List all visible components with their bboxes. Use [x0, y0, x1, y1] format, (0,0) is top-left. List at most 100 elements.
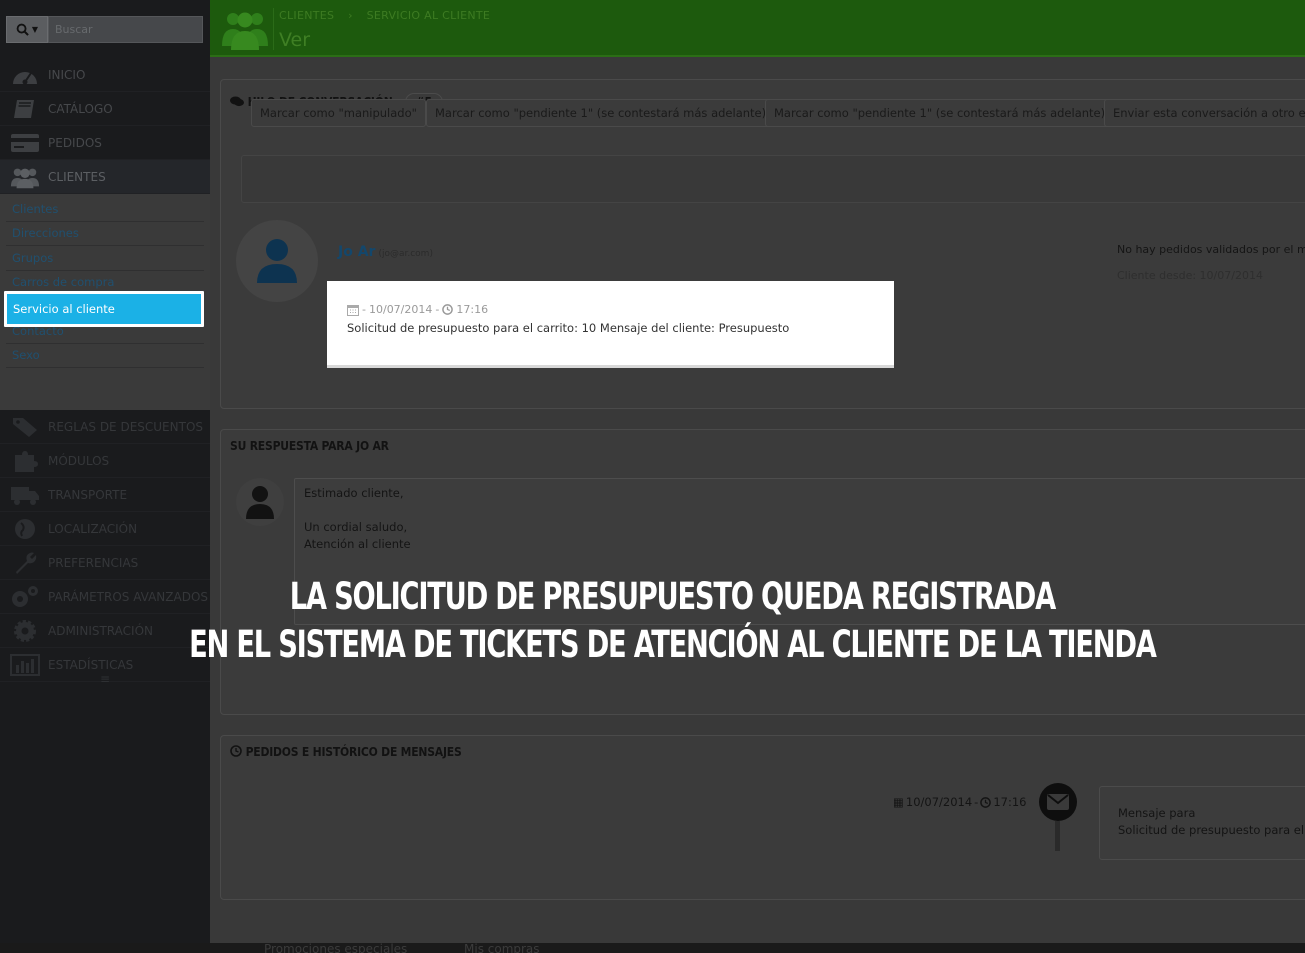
- submenu-item-clientes[interactable]: Clientes: [6, 197, 204, 222]
- submenu-item-servicio-al-cliente[interactable]: Servicio al cliente: [4, 291, 204, 327]
- customer-name[interactable]: Jo Ar (jo@ar.com): [338, 244, 433, 260]
- customer-name-text: Jo Ar: [338, 244, 376, 260]
- sidebar: ▼ Buscar INICIO CATÁLOGO PEDIDOS CLIENTE…: [0, 0, 210, 943]
- message-date: 10/07/2014: [368, 303, 433, 316]
- app-window: ▼ Buscar INICIO CATÁLOGO PEDIDOS CLIENTE…: [0, 0, 1305, 953]
- comments-icon: [230, 96, 244, 107]
- forward-conversation-button[interactable]: Enviar esta conversación a otro e: [1104, 99, 1305, 127]
- overlay-caption: LA SOLICITUD DE PRESUPUESTO QUEDA REGIST…: [137, 573, 1207, 669]
- agent-avatar: [236, 478, 284, 526]
- collapse-menu-icon[interactable]: ≡: [100, 672, 110, 686]
- overlay-caption-line: EN EL SISTEMA DE TICKETS DE ATENCIÓN AL …: [189, 623, 1157, 666]
- history-message-text: Solicitud de presupuesto para el c: [1118, 823, 1305, 837]
- cog-icon: [10, 619, 40, 643]
- mark-pending-1-button[interactable]: Marcar como "pendiente 1" (se contestará…: [426, 99, 776, 127]
- thread-actions-bar: [241, 155, 1305, 203]
- menu-label: TRANSPORTE: [48, 487, 128, 502]
- caret-down-icon: ▼: [31, 25, 39, 34]
- tags-icon: [10, 415, 40, 439]
- submenu-item-grupos[interactable]: Grupos: [6, 246, 204, 271]
- menu-label: MÓDULOS: [48, 453, 110, 468]
- customer-email: (jo@ar.com): [378, 249, 433, 259]
- customer-orders-info: No hay pedidos validados por el mo: [1117, 243, 1305, 256]
- customer-since: Cliente desde: 10/07/2014: [1117, 269, 1263, 282]
- panel-title: PEDIDOS E HISTÓRICO DE MENSAJES: [230, 745, 462, 759]
- customer-avatar: [236, 220, 318, 302]
- envelope-icon: [1039, 783, 1077, 821]
- clock-icon: [230, 745, 242, 757]
- submenu-item-sexo[interactable]: Sexo: [6, 344, 204, 368]
- separator: -: [435, 303, 440, 316]
- breadcrumb: CLIENTES › SERVICIO AL CLIENTE: [279, 9, 490, 22]
- clock-icon: [980, 796, 992, 808]
- reply-line: Estimado cliente,: [304, 486, 404, 500]
- user-icon: [257, 239, 297, 283]
- menu-item-transporte[interactable]: TRANSPORTE: [0, 478, 210, 512]
- reply-line: Un cordial saludo,: [304, 520, 408, 534]
- breadcrumb-separator: ›: [348, 9, 353, 22]
- cogs-icon: [10, 585, 40, 609]
- timeline-stem: [1055, 821, 1060, 851]
- history-date: 10/07/2014: [905, 795, 973, 809]
- message-time: 17:16: [456, 303, 489, 316]
- user-icon: [246, 486, 274, 519]
- clientes-submenu: Clientes Direcciones Grupos Carros de co…: [0, 194, 210, 410]
- footer-link-promociones[interactable]: Promociones especiales: [264, 943, 407, 953]
- reply-line: Atención al cliente: [304, 537, 411, 551]
- menu-label: LOCALIZACIÓN: [48, 521, 138, 536]
- users-icon: [222, 6, 268, 52]
- credit-card-icon: [10, 131, 40, 155]
- panel-title: SU RESPUESTA PARA JO AR: [230, 439, 389, 453]
- menu-item-reglas-de-descuentos[interactable]: REGLAS DE DESCUENTOS: [0, 410, 210, 444]
- footer-link-mis-compras[interactable]: Mis compras: [464, 943, 540, 953]
- bar-chart-icon: [10, 653, 40, 677]
- menu-item-pedidos[interactable]: PEDIDOS: [0, 126, 210, 160]
- puzzle-icon: [10, 449, 40, 473]
- menu-label: INICIO: [48, 67, 86, 82]
- history-title: PEDIDOS E HISTÓRICO DE MENSAJES: [245, 745, 462, 759]
- calendar-icon: [347, 304, 359, 316]
- message-timestamp: - 10/07/2014 - 17:16: [347, 303, 488, 316]
- calendar-icon: ▦: [893, 795, 904, 809]
- menu-label: CLIENTES: [48, 169, 106, 184]
- message-text: Solicitud de presupuesto para el carrito…: [347, 321, 790, 335]
- book-icon: [10, 97, 40, 121]
- search-type-dropdown[interactable]: ▼: [6, 16, 48, 43]
- globe-icon: [10, 517, 40, 541]
- users-icon: [10, 165, 40, 189]
- history-time: 17:16: [993, 795, 1027, 809]
- page-title: Ver: [279, 29, 311, 51]
- storefront-footer-strip: Promociones especiales Mis compras: [0, 943, 1305, 953]
- separator: -: [362, 303, 366, 316]
- breadcrumb-servicio-al-cliente[interactable]: SERVICIO AL CLIENTE: [367, 9, 491, 22]
- header-divider: [273, 8, 274, 50]
- search-bar: ▼ Buscar: [6, 16, 203, 43]
- history-timestamp: ▦ 10/07/2014 - 17:16: [893, 795, 1026, 809]
- menu-label: PREFERENCIAS: [48, 555, 139, 570]
- search-input[interactable]: Buscar: [48, 16, 203, 43]
- main-content: HILO DE CONVERSACIÓN:#5 Marcar como "man…: [210, 57, 1305, 943]
- mark-pending-2-button[interactable]: Marcar como "pendiente 1" (se contestará…: [765, 99, 1115, 127]
- submenu-item-direcciones[interactable]: Direcciones: [6, 222, 204, 246]
- highlighted-customer-message: - 10/07/2014 - 17:16 Solicitud de presup…: [327, 281, 894, 368]
- mark-handled-button[interactable]: Marcar como "manipulado": [251, 99, 426, 127]
- clock-icon: [442, 304, 454, 315]
- separator: -: [974, 795, 979, 809]
- wrench-icon: [10, 551, 40, 575]
- menu-item-catalogo[interactable]: CATÁLOGO: [0, 92, 210, 126]
- overlay-caption-line: LA SOLICITUD DE PRESUPUESTO QUEDA REGIST…: [289, 575, 1056, 618]
- truck-icon: [10, 483, 40, 507]
- search-icon: [16, 23, 29, 36]
- menu-item-localizacion[interactable]: LOCALIZACIÓN: [0, 512, 210, 546]
- history-message-title: Mensaje para: [1118, 806, 1196, 820]
- menu-label: REGLAS DE DESCUENTOS: [48, 419, 204, 434]
- dashboard-icon: [10, 63, 40, 87]
- menu-label: ESTADÍSTICAS: [48, 657, 134, 672]
- menu-item-inicio[interactable]: INICIO: [0, 58, 210, 92]
- menu-item-modulos[interactable]: MÓDULOS: [0, 444, 210, 478]
- menu-label: PEDIDOS: [48, 135, 102, 150]
- menu-item-clientes[interactable]: CLIENTES: [0, 160, 210, 194]
- history-message: Mensaje para Solicitud de presupuesto pa…: [1099, 786, 1305, 860]
- page-header: CLIENTES › SERVICIO AL CLIENTE Ver: [210, 0, 1305, 57]
- breadcrumb-clientes[interactable]: CLIENTES: [279, 9, 334, 22]
